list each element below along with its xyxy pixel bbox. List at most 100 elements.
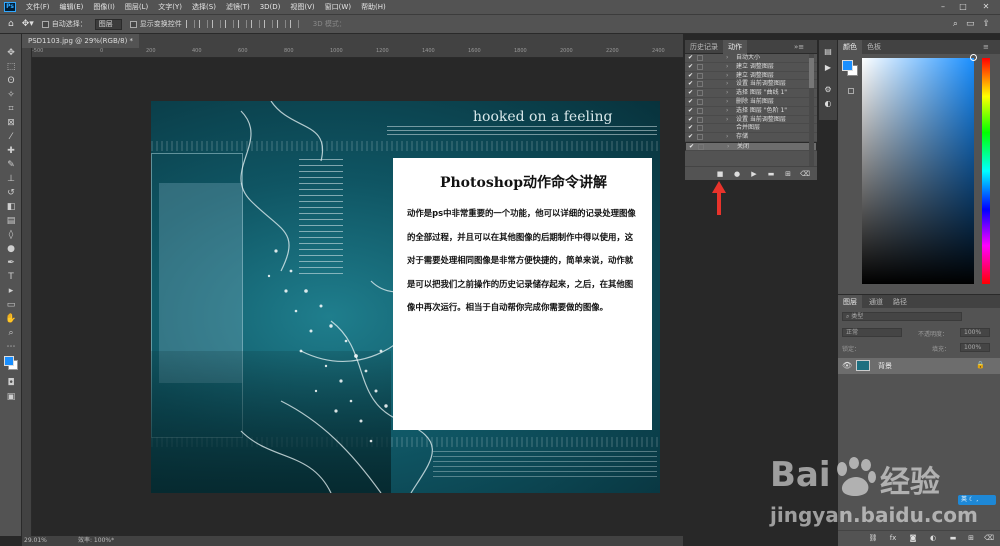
frame-tool-icon[interactable]: ⊠ (5, 118, 17, 129)
properties-panel-icon[interactable]: ⚙ (822, 84, 834, 96)
chevron-right-icon[interactable]: › (726, 54, 728, 63)
share-icon[interactable]: ⇪ (982, 19, 990, 29)
align-center-icon[interactable] (198, 20, 208, 28)
tab-layers[interactable]: 图层 (838, 295, 862, 309)
dialog-toggle[interactable] (697, 134, 703, 141)
blend-mode-select[interactable]: 正常 (842, 328, 902, 337)
dialog-toggle[interactable] (697, 81, 703, 88)
color-picker-handle[interactable] (970, 54, 977, 61)
quick-mask-icon[interactable]: ◘ (5, 378, 17, 389)
actions-scrollbar-thumb[interactable] (809, 58, 814, 88)
hue-slider[interactable] (982, 58, 990, 284)
foreground-color-swatch[interactable] (4, 356, 14, 366)
check-icon[interactable]: ✔ (689, 143, 694, 152)
hand-tool-icon[interactable]: ✋ (5, 314, 17, 325)
move-tool-icon[interactable]: ✥▾ (22, 19, 34, 29)
action-row[interactable]: ✔ › 选择 图层 "曲线 1" (685, 89, 817, 98)
distribute-h-icon[interactable] (276, 20, 286, 28)
opacity-field[interactable]: 100% (960, 328, 990, 337)
action-row[interactable]: ✔ › 建立 调整图层 (685, 63, 817, 72)
action-row[interactable]: ✔ 合并图层 (685, 124, 817, 134)
gamut-warning-icon[interactable] (848, 88, 854, 94)
dialog-toggle[interactable] (697, 98, 703, 105)
zoom-level[interactable]: 29.01% (24, 536, 47, 546)
dialog-toggle[interactable] (698, 143, 704, 150)
chevron-right-icon[interactable]: › (726, 98, 728, 107)
align-right-icon[interactable] (211, 20, 221, 28)
blur-tool-icon[interactable]: ◊ (5, 230, 17, 241)
pen-tool-icon[interactable]: ✒ (5, 258, 17, 269)
dialog-toggle[interactable] (697, 55, 703, 61)
dodge-tool-icon[interactable]: ● (5, 244, 17, 255)
action-row[interactable]: ✔ › 设置 当前调整图层 (685, 80, 817, 90)
panel-menu-icon[interactable]: »≡ (789, 40, 809, 54)
check-icon[interactable]: ✔ (688, 89, 693, 98)
dialog-toggle[interactable] (697, 63, 703, 70)
check-icon[interactable]: ✔ (688, 72, 693, 81)
stamp-tool-icon[interactable]: ⊥ (5, 174, 17, 185)
tab-actions[interactable]: 动作 (723, 40, 747, 54)
check-icon[interactable]: ✔ (688, 63, 693, 72)
action-row[interactable]: ✔ › 选择 图层 "色阶 1" (685, 107, 817, 116)
menu-file[interactable]: 文件(F) (26, 2, 50, 12)
foreground-color-swatch[interactable] (842, 60, 853, 71)
chevron-right-icon[interactable]: › (726, 133, 728, 142)
chevron-right-icon[interactable]: › (726, 116, 728, 125)
auto-select-checkbox[interactable]: 自动选择： (41, 19, 87, 29)
chevron-right-icon[interactable]: › (726, 107, 728, 116)
action-row-selected[interactable]: ✔ › 关闭 (685, 141, 817, 152)
menu-3d[interactable]: 3D(D) (260, 3, 281, 11)
panel-menu-icon[interactable]: ≡ (978, 40, 994, 54)
menu-type[interactable]: 文字(Y) (158, 2, 182, 12)
tab-color[interactable]: 颜色 (838, 40, 862, 54)
action-row[interactable]: ✔ › 存储 (685, 133, 817, 142)
distribute-icon[interactable] (263, 20, 273, 28)
doc-info[interactable]: 效率: 100%* (78, 536, 114, 546)
fill-field[interactable]: 100% (960, 343, 990, 352)
ime-indicator[interactable]: 英 ☾ , (958, 495, 996, 505)
dialog-toggle[interactable] (697, 72, 703, 79)
menu-layer[interactable]: 图层(L) (125, 2, 148, 12)
crop-tool-icon[interactable]: ⌗ (5, 104, 17, 115)
chevron-right-icon[interactable]: › (726, 89, 728, 98)
actions-panel-icon[interactable]: ▶ (822, 62, 834, 74)
distribute-v-icon[interactable] (289, 20, 299, 28)
zoom-tool-icon[interactable]: ⌕ (5, 328, 17, 339)
align-left-icon[interactable] (185, 20, 195, 28)
chevron-right-icon[interactable]: › (726, 80, 728, 89)
chevron-right-icon[interactable]: › (726, 63, 728, 72)
align-bottom-icon[interactable] (250, 20, 260, 28)
menu-image[interactable]: 图像(I) (93, 2, 115, 12)
marquee-tool-icon[interactable]: ⬚ (5, 62, 17, 73)
check-icon[interactable]: ✔ (688, 116, 693, 125)
menu-edit[interactable]: 编辑(E) (60, 2, 84, 12)
color-field[interactable] (862, 58, 974, 284)
eyedropper-icon[interactable]: ⁄ (5, 132, 17, 143)
magic-wand-icon[interactable]: ✧ (5, 90, 17, 101)
auto-select-dropdown[interactable]: 图层 (94, 18, 122, 30)
history-brush-icon[interactable]: ↺ (5, 188, 17, 199)
trash-icon[interactable]: ⌫ (800, 169, 810, 179)
menu-window[interactable]: 窗口(W) (325, 2, 351, 12)
check-icon[interactable]: ✔ (688, 54, 693, 63)
new-set-icon[interactable]: ▬ (766, 169, 776, 179)
screen-mode-icon[interactable]: ▣ (5, 392, 17, 403)
menu-select[interactable]: 选择(S) (192, 2, 216, 12)
adjustments-panel-icon[interactable]: ◐ (822, 98, 834, 110)
dialog-toggle[interactable] (697, 125, 703, 132)
tab-swatches[interactable]: 色板 (862, 40, 886, 54)
shape-tool-icon[interactable]: ▭ (5, 300, 17, 311)
minimize-icon[interactable]: – (935, 0, 951, 14)
align-top-icon[interactable] (224, 20, 234, 28)
chevron-right-icon[interactable]: › (726, 72, 728, 81)
menu-view[interactable]: 视图(V) (290, 2, 314, 12)
show-transform-checkbox[interactable]: 显示变换控件 (129, 19, 182, 29)
action-row[interactable]: ✔ › 自动大小 (685, 54, 817, 63)
search-icon[interactable]: ⌕ (953, 19, 958, 29)
dialog-toggle[interactable] (697, 107, 703, 114)
type-tool-icon[interactable]: T (5, 272, 17, 283)
dialog-toggle[interactable] (697, 90, 703, 97)
new-action-icon[interactable]: ⊞ (783, 169, 793, 179)
history-panel-icon[interactable]: ▤ (822, 46, 834, 58)
eye-icon[interactable]: 👁 (842, 361, 852, 370)
